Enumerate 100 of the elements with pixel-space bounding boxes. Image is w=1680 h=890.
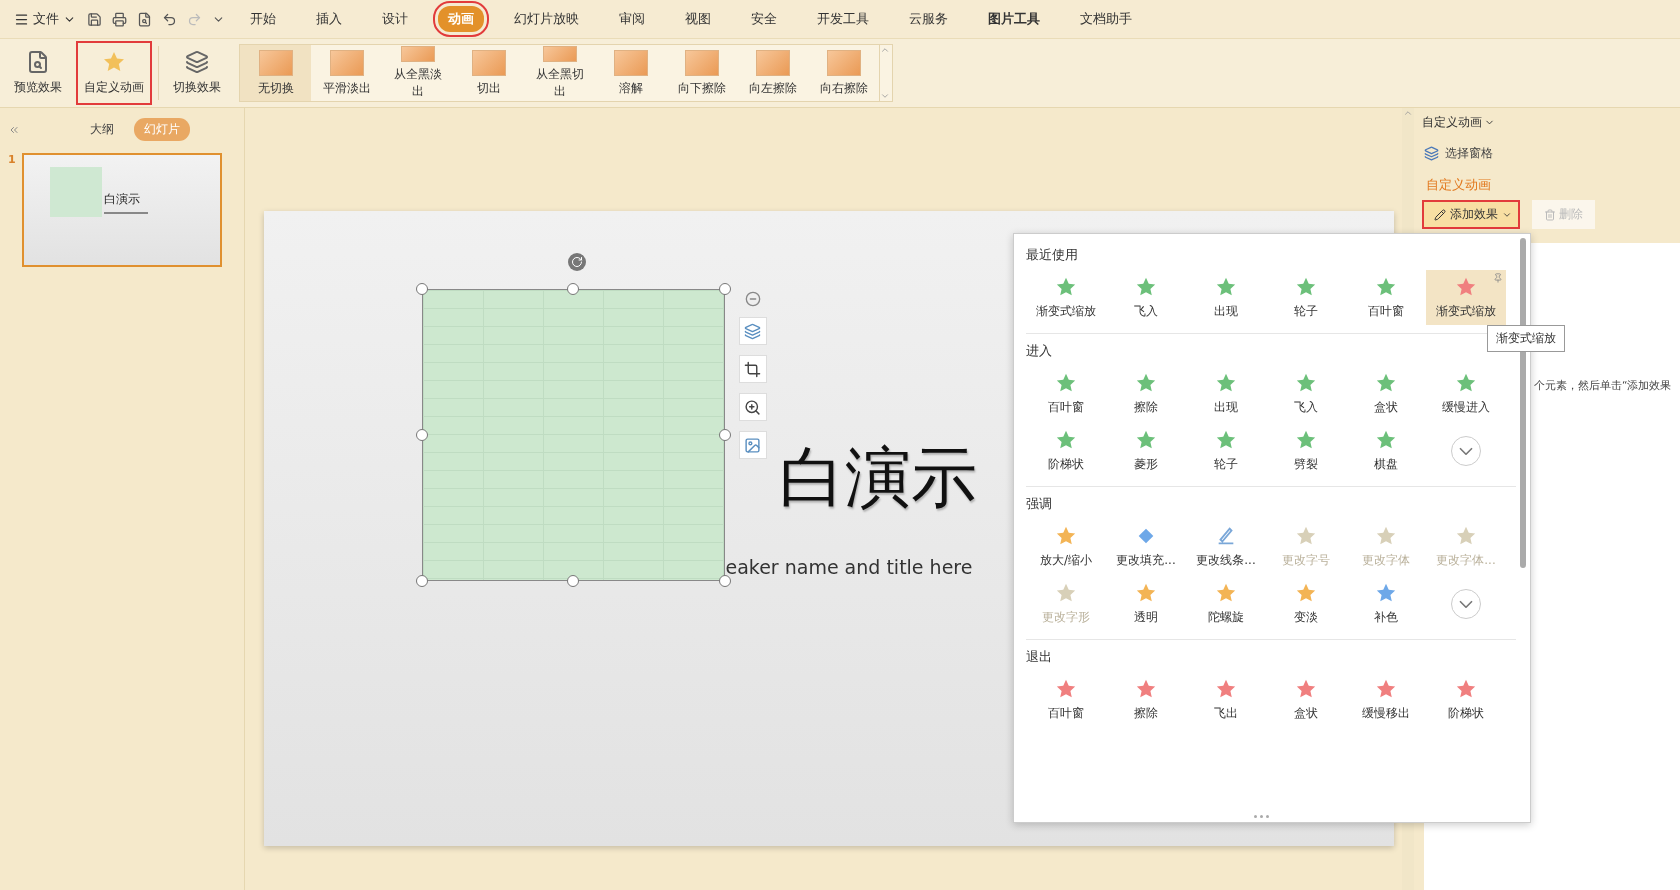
crop-button[interactable]: [738, 355, 767, 383]
effect-option[interactable]: 缓慢进入: [1426, 366, 1506, 421]
section-title: 自定义动画: [1425, 176, 1492, 194]
effect-option[interactable]: 渐变式缩放: [1026, 270, 1106, 325]
transition-thumbnail: [258, 49, 293, 76]
resize-handle[interactable]: [415, 429, 428, 441]
menu-tab[interactable]: 图片工具: [978, 6, 1050, 32]
slide-thumbnail[interactable]: 白演示: [21, 153, 222, 267]
effect-option[interactable]: 轮子: [1266, 270, 1346, 325]
transition-thumbnail: [471, 49, 506, 76]
effect-option[interactable]: 更改填充...: [1106, 519, 1186, 574]
effect-option[interactable]: 飞入: [1266, 366, 1346, 421]
menu-tab[interactable]: 设计: [372, 6, 418, 32]
more-dots-icon[interactable]: [1254, 815, 1269, 818]
effect-option[interactable]: 出现: [1186, 366, 1266, 421]
transition-thumbnail: [542, 46, 577, 62]
menu-tab[interactable]: 开始: [240, 6, 286, 32]
transition-option[interactable]: 切出: [453, 45, 524, 101]
effect-option[interactable]: 百叶窗: [1026, 672, 1106, 727]
effect-option[interactable]: 放大/缩小: [1026, 519, 1106, 574]
menu-tab[interactable]: 开发工具: [807, 6, 879, 32]
add-effect-button[interactable]: 添加效果: [1422, 200, 1520, 229]
file-menu[interactable]: 文件: [10, 8, 80, 30]
slide-number: 1: [8, 153, 16, 168]
chevron-down-icon: [1459, 599, 1473, 608]
menu-tab[interactable]: 云服务: [899, 6, 958, 32]
collapse-toolbar-button[interactable]: [744, 291, 761, 307]
tooltip: 渐变式缩放: [1487, 325, 1565, 352]
trash-icon: [1544, 208, 1556, 221]
effect-option[interactable]: 盒状: [1266, 672, 1346, 727]
menu-tab[interactable]: 文档助手: [1070, 6, 1142, 32]
image-select-button[interactable]: [738, 431, 767, 459]
selection-pane-link[interactable]: 选择窗格: [1422, 145, 1495, 162]
effect-option[interactable]: 盒状: [1346, 366, 1426, 421]
thumbnail-title: 白演示: [103, 191, 140, 208]
preview-icon: [26, 50, 50, 74]
image-icon: [744, 436, 761, 454]
effect-option[interactable]: 阶梯状: [1426, 672, 1506, 727]
transition-option[interactable]: 无切换: [240, 45, 311, 101]
effect-option[interactable]: 百叶窗: [1026, 366, 1106, 421]
layers-icon: [744, 322, 761, 340]
effect-option[interactable]: 变淡: [1266, 576, 1346, 631]
effect-option[interactable]: 飞入: [1106, 270, 1186, 325]
ribbon-button[interactable]: 预览效果: [6, 41, 70, 105]
transition-thumbnail: [329, 49, 364, 76]
effect-option[interactable]: 轮子: [1186, 423, 1266, 478]
rotate-handle[interactable]: [567, 253, 586, 271]
effect-option[interactable]: 缓慢移出: [1346, 672, 1426, 727]
transition-thumbnail: [755, 49, 790, 76]
effect-option[interactable]: 补色: [1346, 576, 1426, 631]
effect-option[interactable]: 百叶窗: [1346, 270, 1426, 325]
effect-option[interactable]: 棋盘: [1346, 423, 1426, 478]
panel-tab[interactable]: 大纲: [80, 118, 124, 141]
effect-option[interactable]: 阶梯状: [1026, 423, 1106, 478]
layers-button[interactable]: [738, 317, 767, 345]
expand-more-button[interactable]: [1451, 435, 1481, 466]
effect-option[interactable]: 擦除: [1106, 672, 1186, 727]
thumbnail-subtitle-line: [103, 212, 148, 214]
panel-title-dropdown[interactable]: 自定义动画: [1422, 114, 1495, 131]
resize-handle[interactable]: [567, 283, 579, 295]
thumbnail-image: [49, 167, 102, 217]
menu-tab[interactable]: 插入: [306, 6, 352, 32]
slide-title: 白演示: [778, 438, 977, 518]
transition-option[interactable]: 向左擦除: [737, 45, 808, 101]
ribbon-button[interactable]: 切换效果: [165, 41, 229, 105]
menu-tab[interactable]: 视图: [675, 6, 721, 32]
effect-option[interactable]: 渐变式缩放: [1426, 270, 1506, 325]
transition-option[interactable]: 从全黑切出: [524, 45, 595, 101]
pencil-icon: [1434, 208, 1446, 221]
transition-option[interactable]: 平滑淡出: [311, 45, 382, 101]
effect-option[interactable]: 透明: [1106, 576, 1186, 631]
effect-option[interactable]: 陀螺旋: [1186, 576, 1266, 631]
transition-option[interactable]: 向下擦除: [666, 45, 737, 101]
zoom-in-button[interactable]: [738, 393, 767, 421]
slide-subtitle: eaker name and title here: [725, 556, 973, 578]
menu-tab[interactable]: 幻灯片放映: [504, 6, 589, 32]
ribbon-button[interactable]: 自定义动画: [76, 41, 152, 105]
layers-icon: [1424, 146, 1439, 161]
effect-option[interactable]: 更改线条...: [1186, 519, 1266, 574]
section-heading: 强调: [1026, 495, 1053, 513]
crop-icon: [744, 360, 761, 378]
transition-thumbnail: [826, 49, 861, 76]
transition-option[interactable]: 从全黑淡出: [382, 45, 453, 101]
effect-option[interactable]: 劈裂: [1266, 423, 1346, 478]
transition-thumbnail: [400, 46, 435, 62]
hint-text: 个元素，然后单击“添加效果: [1534, 379, 1672, 393]
menu-tab[interactable]: 审阅: [609, 6, 655, 32]
effect-option[interactable]: 菱形: [1106, 423, 1186, 478]
menu-tab[interactable]: 安全: [741, 6, 787, 32]
transition-option[interactable]: 溶解: [595, 45, 666, 101]
effect-option[interactable]: 出现: [1186, 270, 1266, 325]
resize-handle[interactable]: [415, 283, 428, 295]
resize-handle[interactable]: [415, 575, 428, 587]
expand-more-button[interactable]: [1451, 588, 1481, 619]
transition-option[interactable]: 向右擦除: [808, 45, 879, 101]
effect-option[interactable]: 擦除: [1106, 366, 1186, 421]
menu-icon: [14, 11, 29, 27]
effect-option[interactable]: 飞出: [1186, 672, 1266, 727]
pin-icon[interactable]: [1493, 273, 1503, 283]
chevron-down-icon: [1459, 446, 1473, 455]
